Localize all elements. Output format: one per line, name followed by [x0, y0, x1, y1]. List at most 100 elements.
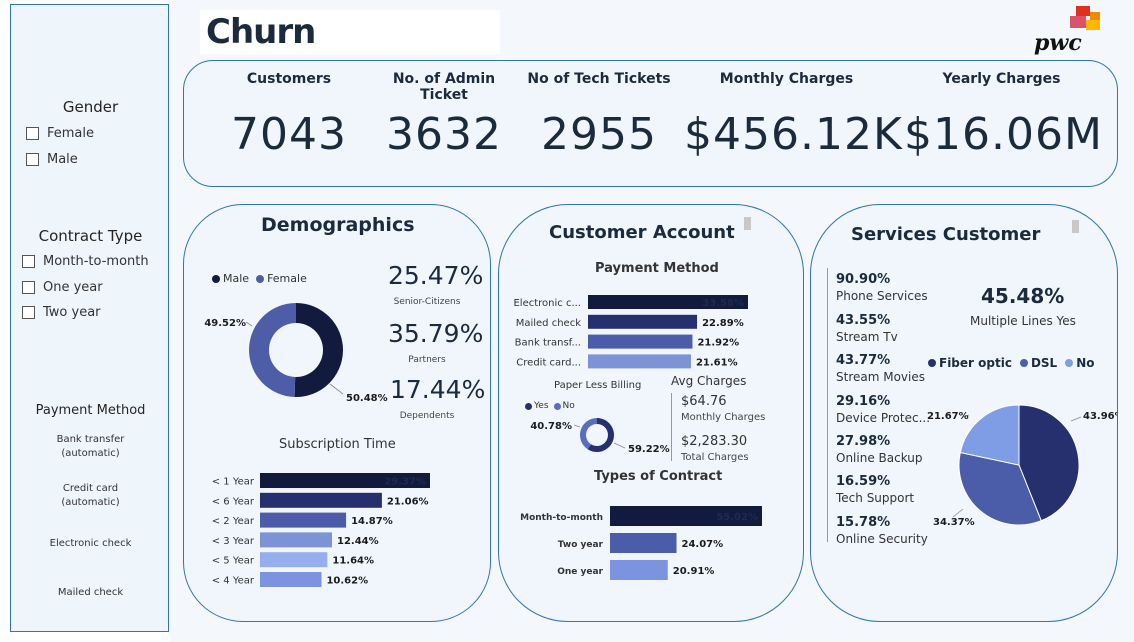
- stream-tv-value: 43.55%: [836, 313, 891, 328]
- payment-method-bar-chart: Electronic c... 33.58% Mailed check 22.89% B…: [513, 295, 748, 369]
- stream-movies-value: 43.77%: [836, 353, 891, 368]
- legend-dot-no: [1065, 359, 1074, 367]
- bar-category-1-year: < 1 Year: [212, 477, 255, 488]
- bar-5-year[interactable]: [260, 552, 328, 568]
- phone-services-value: 90.90%: [836, 272, 891, 287]
- senior-citizens-label: Senior-Citizens: [393, 297, 461, 307]
- gender-donut-chart: 50.48% 49.52%: [204, 303, 388, 404]
- bar-category-one-year: One year: [557, 567, 603, 577]
- contract-option-two-year[interactable]: Two year: [22, 305, 101, 320]
- slice-female[interactable]: [249, 303, 296, 397]
- paperless-legend: Yes No: [525, 401, 575, 411]
- contract-bar-chart: Month-to-month 55.02% Two year 24.07% One ye…: [520, 506, 762, 580]
- checkbox[interactable]: [26, 153, 39, 166]
- pwc-logo: pwc: [1034, 6, 1106, 56]
- partners-label: Partners: [408, 355, 446, 365]
- bar-bank-transf[interactable]: [588, 334, 693, 349]
- services-title: Services Customer: [851, 224, 1041, 245]
- demographics-title: Demographics: [261, 214, 415, 236]
- bar-credit-card[interactable]: [588, 354, 691, 369]
- tech-support-label: Tech Support: [836, 491, 915, 505]
- checkbox[interactable]: [22, 255, 35, 268]
- bar-mailed-check[interactable]: [588, 314, 698, 329]
- online-security-value: 15.78%: [836, 515, 891, 530]
- checkbox[interactable]: [26, 127, 39, 140]
- avg-monthly-value: $64.76: [681, 394, 727, 409]
- services-panel: Services Customer 90.90% Phone Services …: [810, 204, 1118, 622]
- demographics-panel: Demographics Male Female 50.48% 49.52% 25…: [183, 204, 491, 622]
- bar-value-month-to-month: 55.02%: [716, 512, 758, 523]
- kpi-yearly-charges-value: $16.06M: [904, 109, 1103, 160]
- slice-male[interactable]: [294, 303, 343, 397]
- bar-category-mailed-check: Mailed check: [516, 318, 581, 329]
- kpi-yearly-charges-label: Yearly Charges: [942, 71, 1061, 87]
- bar-category-2-year: < 2 Year: [212, 516, 255, 527]
- bar-value-4-year: 10.62%: [326, 576, 368, 587]
- kpi-admin-ticket-value: 3632: [386, 109, 502, 160]
- customer-account-title: Customer Account: [549, 222, 735, 243]
- checkbox[interactable]: [22, 306, 35, 319]
- slice-leader-line: [613, 442, 626, 449]
- bar-value-2-year: 14.87%: [351, 516, 393, 527]
- gender-option-female[interactable]: Female: [26, 126, 94, 141]
- bar-category-bank-transf: Bank transf...: [515, 338, 581, 349]
- slice-leader-line: [329, 383, 344, 395]
- bar-value-two-year: 24.07%: [681, 539, 723, 550]
- bar-value-one-year: 20.91%: [673, 566, 715, 577]
- contract-option-month-to-month[interactable]: Month-to-month: [22, 254, 149, 269]
- slice-leader-line: [245, 321, 253, 327]
- subscription-bar-chart: < 1 Year 29.37% < 6 Year 21.06% < 2 Year 14.8…: [212, 473, 430, 587]
- payment-option-electronic-check[interactable]: Electronic check: [11, 537, 170, 551]
- payment-method-title: Payment Method: [595, 261, 719, 276]
- bar-two-year[interactable]: [610, 533, 677, 553]
- phone-services-label: Phone Services: [836, 289, 928, 303]
- slice-label-no: 21.67%: [927, 411, 969, 422]
- kpi-customers-label: Customers: [246, 71, 332, 87]
- kpi-band: Customers 7043 No. of Admin Ticket 3632 …: [183, 60, 1118, 187]
- online-backup-label: Online Backup: [836, 451, 923, 465]
- bar-value-credit-card: 21.61%: [696, 357, 738, 368]
- slice-label-male: 50.48%: [346, 393, 388, 404]
- scroll-handle[interactable]: [1072, 220, 1079, 233]
- internet-service-pie-chart: 43.96% 34.37% 21.67%: [927, 404, 1117, 528]
- gender-legend: Male Female: [212, 272, 307, 285]
- stream-movies-label: Stream Movies: [836, 370, 925, 384]
- bar-one-year[interactable]: [610, 560, 668, 580]
- legend-dot-dsl: [1019, 359, 1028, 367]
- gender-option-male[interactable]: Male: [26, 152, 78, 167]
- paperless-donut-chart: 59.22% 40.78%: [530, 418, 670, 455]
- bar-3-year[interactable]: [260, 532, 333, 548]
- gender-slicer-title: Gender: [62, 98, 119, 116]
- bar-value-electronic-c: 33.58%: [702, 298, 744, 309]
- online-backup-value: 27.98%: [836, 434, 891, 449]
- bar-6-year[interactable]: [260, 492, 382, 508]
- device-protection-value: 29.16%: [836, 394, 891, 409]
- payment-option-mailed-check[interactable]: Mailed check: [11, 586, 170, 600]
- slice-no[interactable]: [580, 418, 597, 450]
- kpi-customers-value: 7043: [231, 109, 347, 160]
- contract-option-one-year[interactable]: One year: [22, 280, 103, 295]
- slice-label-no: 40.78%: [530, 421, 572, 432]
- payment-option-credit-card[interactable]: Credit card (automatic): [11, 482, 170, 510]
- multiple-lines-label: Multiple Lines Yes: [970, 314, 1076, 328]
- slice-label-dsl: 34.37%: [933, 517, 975, 528]
- internet-legend: Fiber optic DSL No: [928, 356, 1094, 370]
- paperless-title: Paper Less Billing: [554, 380, 642, 391]
- bar-2-year[interactable]: [260, 512, 347, 528]
- legend-dot-no: [553, 402, 561, 410]
- payment-option-bank-transfer[interactable]: Bank transfer (automatic): [11, 433, 170, 461]
- avg-charges-title: Avg Charges: [671, 374, 747, 388]
- checkbox[interactable]: [22, 281, 35, 294]
- slice-leader-line: [952, 508, 964, 518]
- stream-tv-label: Stream Tv: [836, 330, 898, 344]
- bar-4-year[interactable]: [260, 572, 322, 587]
- senior-citizens-value: 25.47%: [388, 261, 484, 290]
- customer-account-panel: Customer Account Payment Method Electron…: [498, 204, 804, 622]
- scroll-handle[interactable]: [744, 217, 751, 230]
- bar-value-mailed-check: 22.89%: [702, 318, 744, 329]
- bar-category-4-year: < 4 Year: [212, 576, 255, 587]
- bar-value-6-year: 21.06%: [387, 496, 429, 507]
- avg-total-label: Total Charges: [681, 452, 749, 463]
- legend-dot-male: [212, 274, 220, 283]
- dependents-label: Dependents: [399, 411, 455, 421]
